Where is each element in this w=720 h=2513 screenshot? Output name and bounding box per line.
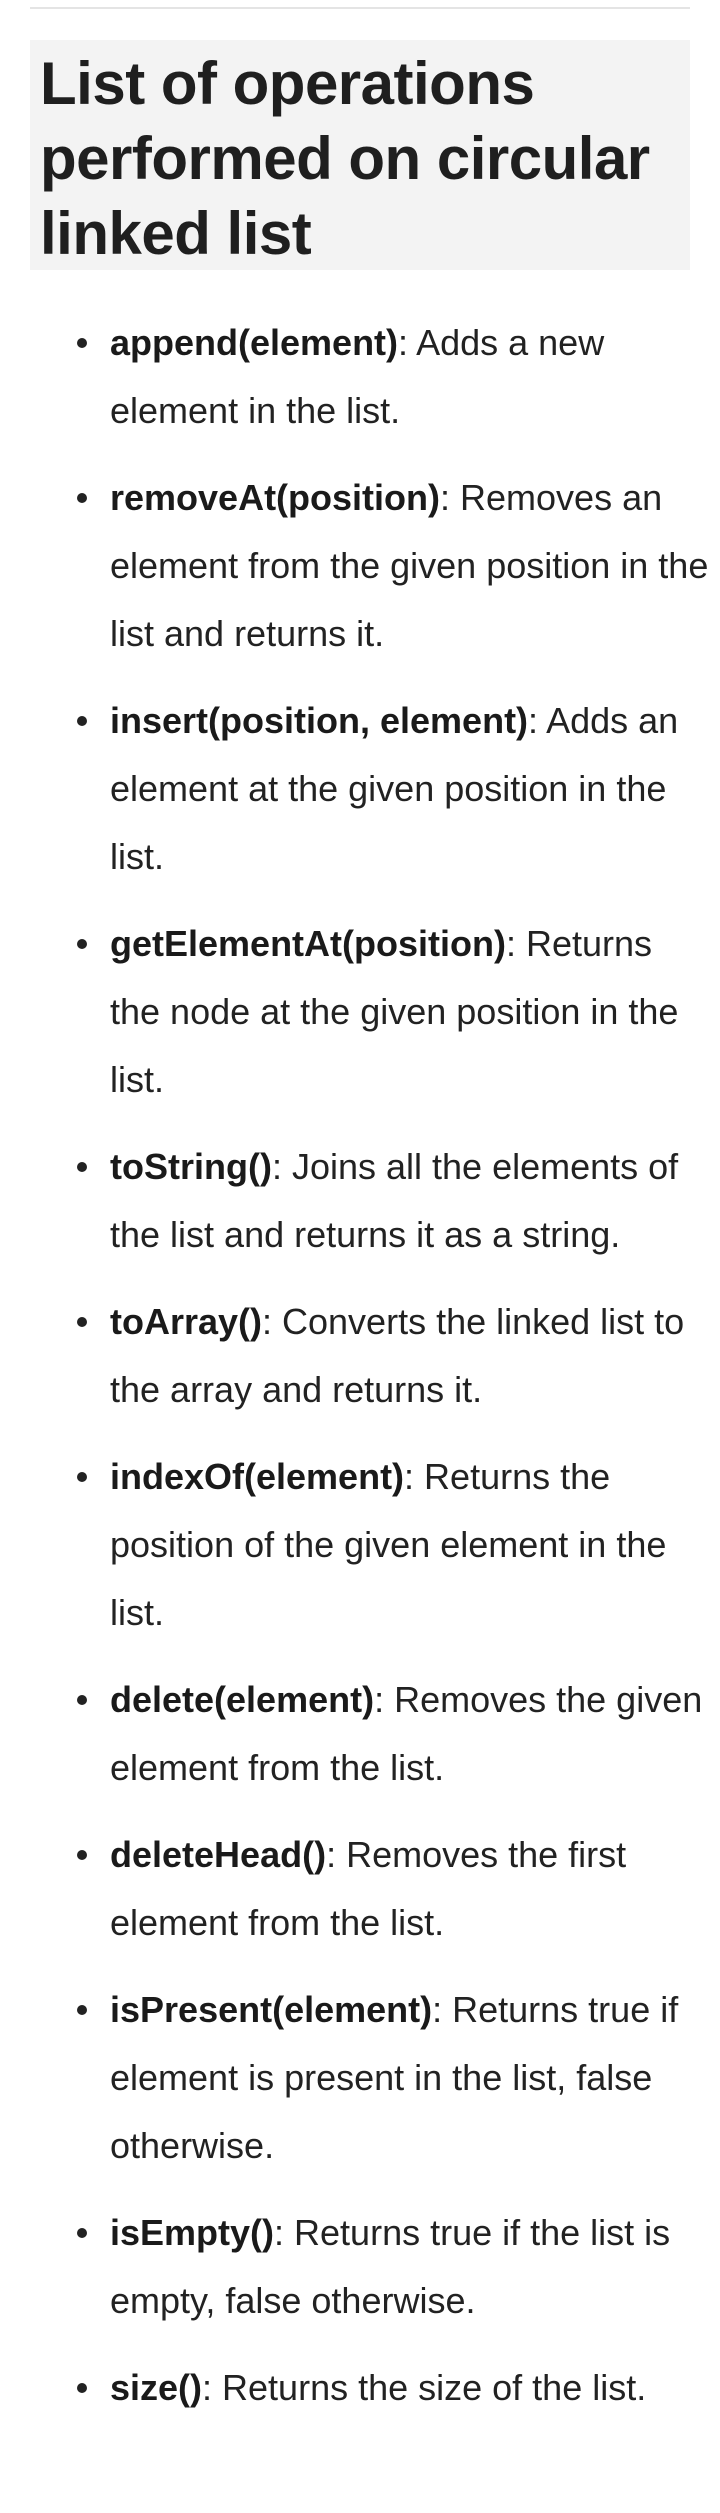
list-item: indexOf(element): Returns the position o… [0,1443,720,1647]
operation-description: : Returns the size of the list. [202,2367,647,2408]
list-item: isEmpty(): Returns true if the list is e… [0,2199,720,2335]
operation-name: isEmpty() [110,2212,275,2253]
bullet-icon [77,2383,87,2393]
list-item: size(): Returns the size of the list. [0,2354,720,2422]
section-heading: List of operations performed on circular… [40,50,650,267]
list-item: delete(element): Removes the given eleme… [0,1666,720,1802]
bullet-icon [77,493,87,503]
bullet-icon [77,939,87,949]
list-item: append(element): Adds a new element in t… [0,309,720,445]
list-item: deleteHead(): Removes the first element … [0,1821,720,1957]
list-item: toString(): Joins all the elements of th… [0,1133,720,1269]
operation-name: append(element) [110,322,399,363]
bullet-icon [77,2228,87,2238]
bullet-icon [77,1850,87,1860]
bullet-icon [77,716,87,726]
operation-name: toString() [110,1146,272,1187]
bullet-icon [77,1695,87,1705]
bullet-icon [77,1162,87,1172]
bullet-icon [77,338,87,348]
operation-name: removeAt(position) [110,477,441,518]
bullet-icon [77,1472,87,1482]
bullet-icon [77,1317,87,1327]
operation-name: size() [110,2367,203,2408]
operation-name: indexOf(element) [110,1456,405,1497]
operation-name: toArray() [110,1301,263,1342]
section-heading-box: List of operations performed on circular… [30,40,690,270]
operation-name: insert(position, element) [110,700,529,741]
list-item: toArray(): Converts the linked list to t… [0,1288,720,1424]
top-divider [30,7,690,9]
operation-name: isPresent(element) [110,1989,433,2030]
operations-list: append(element): Adds a new element in t… [0,309,720,2441]
operation-name: deleteHead() [110,1834,327,1875]
operation-name: delete(element) [110,1679,375,1720]
list-item: isPresent(element): Returns true if elem… [0,1976,720,2180]
list-item: getElementAt(position): Returns the node… [0,910,720,1114]
list-item: insert(position, element): Adds an eleme… [0,687,720,891]
list-item: removeAt(position): Removes an element f… [0,464,720,668]
operation-name: getElementAt(position) [110,923,506,964]
bullet-icon [77,2005,87,2015]
